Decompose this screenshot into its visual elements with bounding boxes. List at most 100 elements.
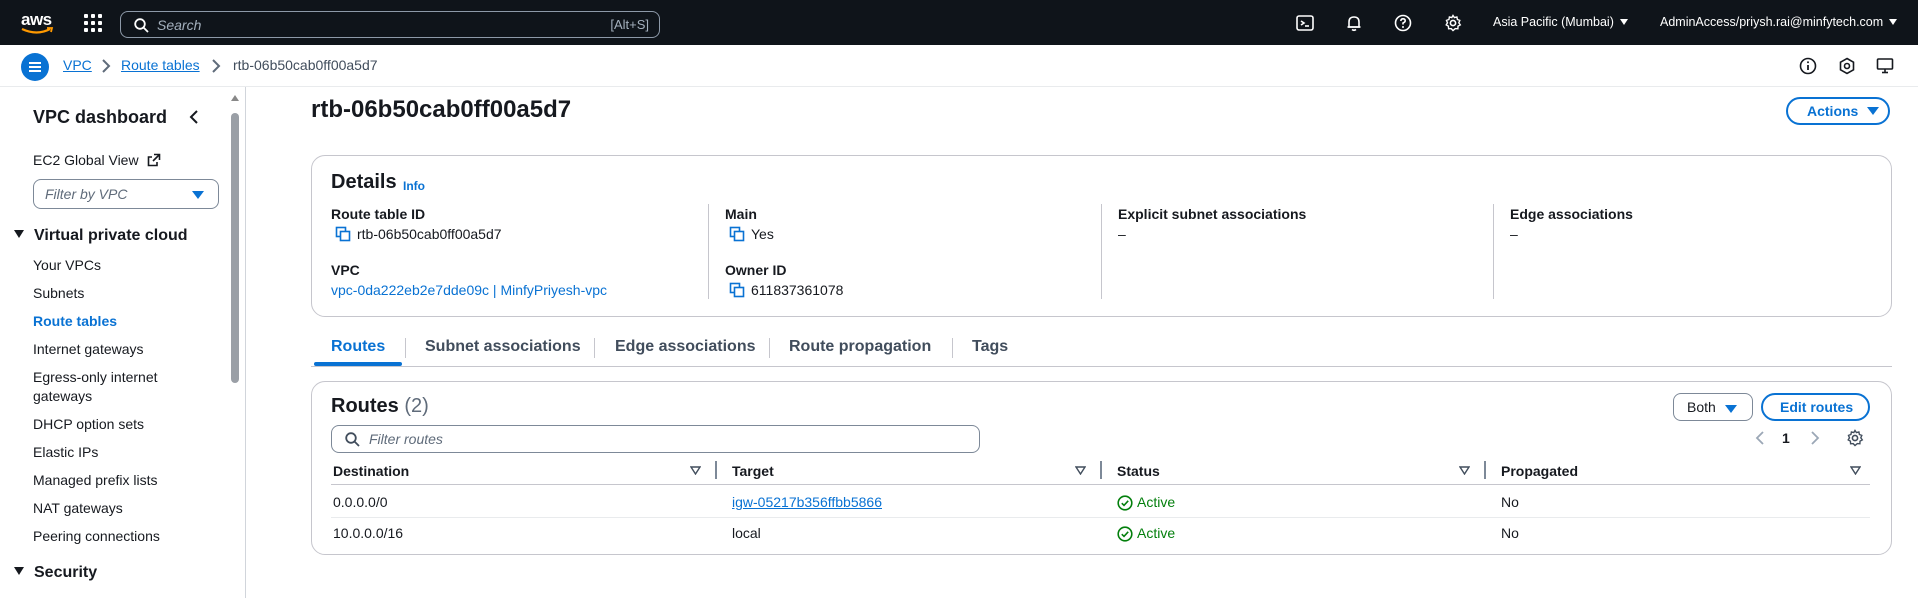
search-placeholder: Search (157, 17, 202, 33)
aws-logo[interactable]: aws (20, 10, 56, 36)
filter-routes-input[interactable]: Filter routes (331, 425, 980, 453)
cell-destination: 10.0.0.0/16 (333, 525, 404, 541)
caret-down-icon (192, 191, 204, 199)
scroll-up-arrow-icon[interactable] (231, 95, 239, 101)
search-input[interactable]: Search [Alt+S] (120, 11, 660, 38)
status-label: Active (1137, 494, 1176, 510)
tab-route-propagation[interactable]: Route propagation (789, 338, 931, 356)
route-type-select[interactable]: Both (1673, 393, 1753, 421)
success-check-icon (1117, 526, 1133, 542)
top-navigation-bar: aws Search [Alt+S] Asia Pacific (Mumbai)… (0, 0, 1918, 45)
caret-down-icon (1889, 19, 1898, 25)
breadcrumb-route-tables[interactable]: Route tables (121, 57, 200, 73)
help-icon[interactable] (1394, 14, 1412, 32)
chevron-right-icon (102, 59, 111, 73)
column-divider (708, 204, 709, 299)
section-label: Security (34, 564, 98, 581)
feedback-hexagon-icon[interactable] (1838, 57, 1856, 75)
column-header-propagated[interactable]: Propagated (1501, 463, 1578, 479)
search-icon (134, 18, 149, 33)
sidebar-item-egress-only-internet-gateways[interactable]: Egress-only internet (33, 369, 158, 385)
tabs-divider (311, 366, 1892, 367)
table-preferences-gear-icon[interactable] (1846, 429, 1864, 447)
sidebar-item-dhcp-option-sets[interactable]: DHCP option sets (33, 416, 144, 432)
sidebar-scrollbar[interactable] (230, 95, 240, 590)
collapse-sidebar-icon[interactable] (188, 109, 200, 125)
tab-routes[interactable]: Routes (331, 338, 385, 356)
tab-edge-associations[interactable]: Edge associations (615, 338, 756, 356)
edit-routes-label: Edit routes (1780, 399, 1854, 415)
column-header-destination[interactable]: Destination (333, 463, 409, 479)
screen-settings-icon[interactable] (1876, 57, 1894, 75)
edge-associations-value: – (1510, 226, 1518, 242)
sort-icon[interactable] (690, 466, 701, 475)
filter-by-vpc-select[interactable]: Filter by VPC (33, 179, 219, 209)
explicit-subnet-associations-label: Explicit subnet associations (1118, 206, 1307, 222)
sidebar-item-managed-prefix-lists[interactable]: Managed prefix lists (33, 472, 158, 488)
cell-propagated: No (1501, 494, 1519, 510)
cloudshell-icon[interactable] (1296, 14, 1314, 32)
account-menu[interactable]: AdminAccess/priysh.rai@minfytech.com (1660, 15, 1898, 29)
region-selector[interactable]: Asia Pacific (Mumbai) (1493, 15, 1628, 29)
pagination-previous-icon[interactable] (1755, 431, 1765, 445)
column-resizer[interactable] (715, 461, 717, 479)
edit-routes-button[interactable]: Edit routes (1761, 393, 1870, 421)
caret-down-icon (14, 567, 24, 575)
sidebar-item-subnets[interactable]: Subnets (33, 285, 84, 301)
sidebar-title[interactable]: VPC dashboard (33, 107, 167, 128)
sidebar-item-internet-gateways[interactable]: Internet gateways (33, 341, 144, 357)
pagination-next-icon[interactable] (1810, 431, 1820, 445)
column-header-status[interactable]: Status (1117, 463, 1160, 479)
settings-gear-icon[interactable] (1444, 14, 1462, 32)
vpc-link[interactable]: vpc-0da222eb2e7dde09c | MinfyPriyesh-vpc (331, 282, 607, 298)
sort-icon[interactable] (1850, 466, 1861, 475)
sidebar-item-your-vpcs[interactable]: Your VPCs (33, 257, 101, 273)
sidebar-item-elastic-ips[interactable]: Elastic IPs (33, 444, 98, 460)
sidebar-section-virtual-private-cloud[interactable]: Virtual private cloud (14, 227, 188, 245)
details-heading: Details (331, 171, 397, 193)
owner-id-label: Owner ID (725, 262, 787, 278)
column-header-target[interactable]: Target (732, 463, 774, 479)
column-resizer[interactable] (1484, 461, 1486, 479)
breadcrumb-current: rtb-06b50cab0ff00a5d7 (233, 57, 378, 73)
pagination-current-page[interactable]: 1 (1782, 430, 1790, 446)
owner-id-value: 611837361078 (751, 282, 844, 298)
route-table-id-label: Route table ID (331, 206, 426, 222)
actions-button[interactable]: Actions (1786, 97, 1890, 125)
copy-icon[interactable] (729, 226, 745, 242)
caret-down-icon (14, 230, 24, 238)
sidebar-item-nat-gateways[interactable]: NAT gateways (33, 500, 123, 516)
sidebar-section-security[interactable]: Security (14, 564, 97, 582)
filter-by-vpc-placeholder: Filter by VPC (45, 186, 128, 202)
breadcrumb-vpc[interactable]: VPC (63, 57, 92, 73)
main-value: Yes (751, 226, 774, 242)
sidebar-item-egress-only-internet-gateways-line2[interactable]: gateways (33, 388, 92, 404)
vpc-label: VPC (331, 262, 360, 278)
tab-tags[interactable]: Tags (972, 338, 1008, 356)
sort-icon[interactable] (1075, 466, 1086, 475)
info-link[interactable]: Info (403, 179, 425, 193)
copy-icon[interactable] (335, 226, 351, 242)
side-nav-menu-button[interactable] (21, 53, 49, 81)
explicit-subnet-associations-value: – (1118, 226, 1126, 242)
copy-icon[interactable] (729, 282, 745, 298)
sidebar-item-route-tables[interactable]: Route tables (33, 313, 117, 329)
cell-destination: 0.0.0.0/0 (333, 494, 388, 510)
account-label: AdminAccess/priysh.rai@minfytech.com (1660, 15, 1884, 29)
services-grid-icon[interactable] (84, 14, 102, 32)
sidebar-item-peering-connections[interactable]: Peering connections (33, 528, 160, 544)
bell-icon[interactable] (1345, 14, 1363, 32)
column-resizer[interactable] (1100, 461, 1102, 479)
info-panel-icon[interactable] (1799, 57, 1817, 75)
routes-heading: Routes (2) (331, 395, 429, 418)
route-type-selected: Both (1687, 399, 1716, 415)
sort-icon[interactable] (1459, 466, 1470, 475)
column-divider (1101, 204, 1102, 299)
tab-subnet-associations[interactable]: Subnet associations (425, 338, 581, 356)
active-tab-indicator (314, 362, 402, 366)
cell-target-link[interactable]: igw-05217b356ffbb5866 (732, 494, 882, 510)
region-label: Asia Pacific (Mumbai) (1493, 15, 1614, 29)
scrollbar-thumb[interactable] (231, 113, 239, 383)
edge-associations-label: Edge associations (1510, 206, 1633, 222)
sidebar-item-ec2-global-view[interactable]: EC2 Global View (33, 152, 161, 168)
